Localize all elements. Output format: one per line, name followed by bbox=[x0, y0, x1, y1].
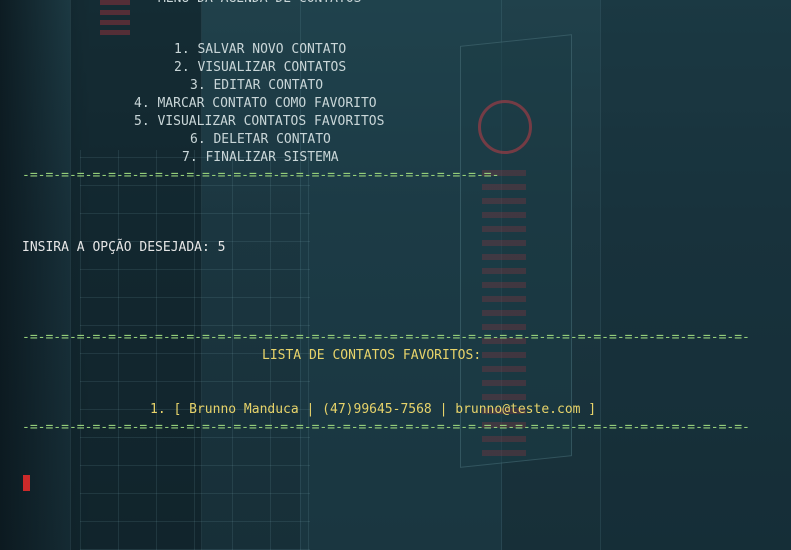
menu-item-exit: 7. FINALIZAR SISTEMA bbox=[182, 150, 339, 165]
favorites-separator-top: -=-=-=-=-=-=-=-=-=-=-=-=-=-=-=-=-=-=-=-=… bbox=[22, 330, 750, 345]
menu-title: MENU DA AGENDA DE CONTATOS bbox=[158, 0, 362, 8]
menu-separator: -=-=-=-=-=-=-=-=-=-=-=-=-=-=-=-=-=-=-=-=… bbox=[22, 168, 500, 183]
favorites-title: LISTA DE CONTATOS FAVORITOS: bbox=[262, 348, 482, 363]
menu-item-view: 2. VISUALIZAR CONTATOS bbox=[174, 60, 347, 75]
menu-item-save: 1. SALVAR NOVO CONTATO bbox=[174, 42, 347, 57]
menu-item-favorite: 4. MARCAR CONTATO COMO FAVORITO bbox=[134, 96, 377, 111]
option-prompt: INSIRA A OPÇÃO DESEJADA: 5 bbox=[22, 240, 226, 255]
favorites-separator-bottom: -=-=-=-=-=-=-=-=-=-=-=-=-=-=-=-=-=-=-=-=… bbox=[22, 420, 750, 435]
terminal-window[interactable]: MENU DA AGENDA DE CONTATOS 1. SALVAR NOV… bbox=[0, 0, 791, 550]
menu-item-delete: 6. DELETAR CONTATO bbox=[190, 132, 331, 147]
menu-item-edit: 3. EDITAR CONTATO bbox=[190, 78, 324, 93]
menu-item-view-favorites: 5. VISUALIZAR CONTATOS FAVORITOS bbox=[134, 114, 385, 129]
terminal-cursor bbox=[23, 475, 30, 491]
favorite-contact-entry: 1. [ Brunno Manduca | (47)99645-7568 | b… bbox=[150, 402, 597, 417]
